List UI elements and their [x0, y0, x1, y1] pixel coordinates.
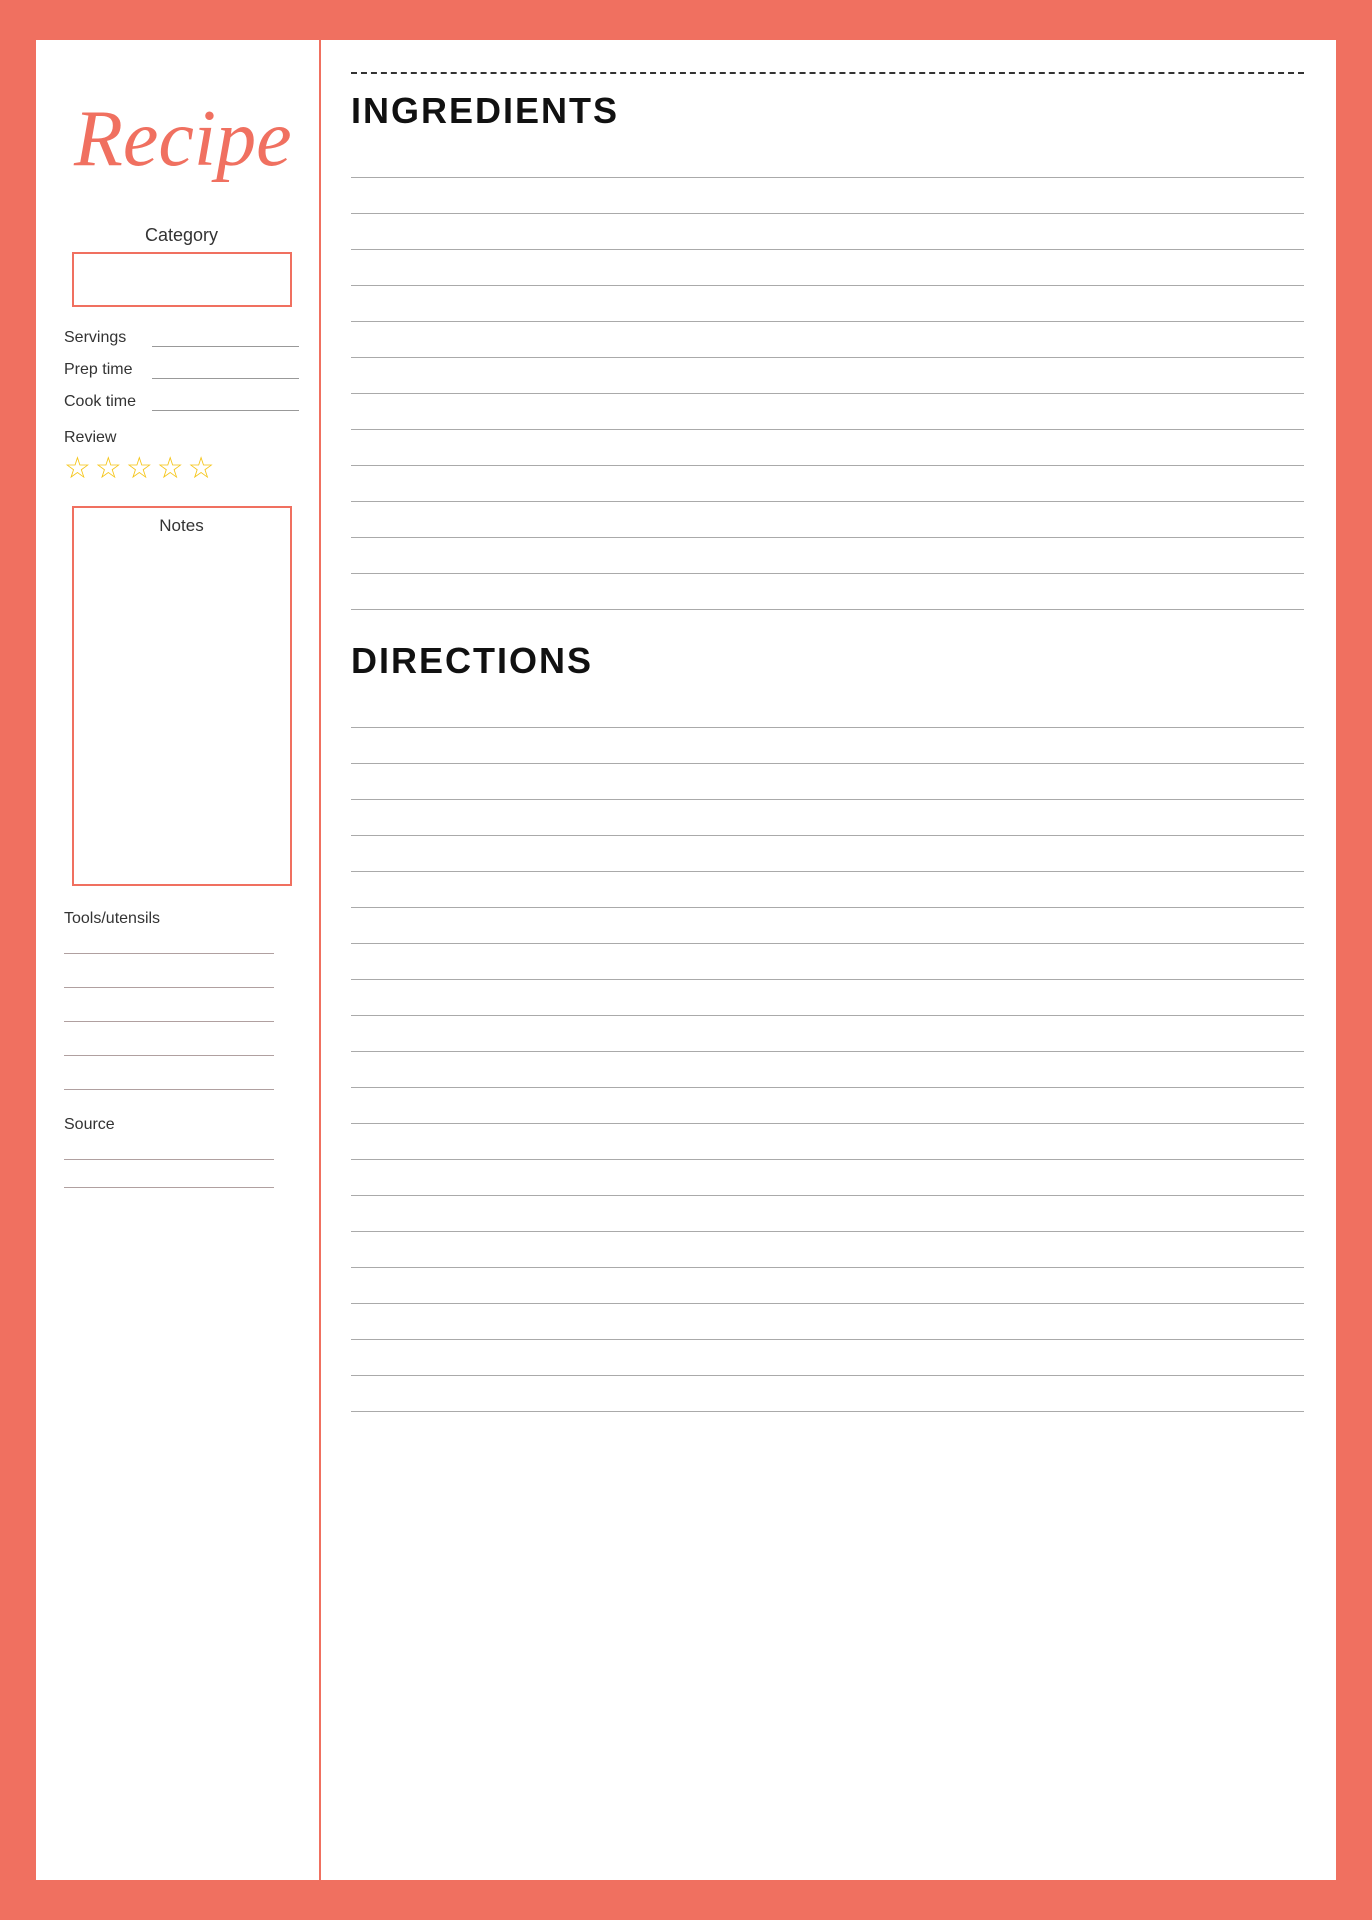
servings-label: Servings — [64, 329, 144, 347]
svg-text:Recipe: Recipe — [73, 95, 292, 183]
source-label: Source — [64, 1116, 299, 1134]
tools-line-1[interactable] — [64, 936, 274, 954]
source-line-1[interactable] — [64, 1142, 274, 1160]
notes-box[interactable]: Notes — [72, 506, 292, 886]
ingredient-line-7[interactable] — [351, 358, 1304, 394]
servings-row: Servings — [64, 329, 299, 347]
direction-line-19[interactable] — [351, 1340, 1304, 1376]
direction-line-8[interactable] — [351, 944, 1304, 980]
right-column: INGREDIENTS DIRECTIONS — [321, 40, 1336, 1880]
direction-line-3[interactable] — [351, 764, 1304, 800]
recipe-page: Recipe Category Servings Prep time Cook … — [36, 40, 1336, 1880]
dashed-divider — [351, 72, 1304, 74]
direction-line-4[interactable] — [351, 800, 1304, 836]
direction-line-7[interactable] — [351, 908, 1304, 944]
star-4[interactable]: ☆ — [157, 451, 184, 486]
ingredient-line-10[interactable] — [351, 466, 1304, 502]
tools-label: Tools/utensils — [64, 910, 299, 928]
review-section: Review ☆ ☆ ☆ ☆ ☆ — [64, 429, 299, 486]
direction-line-11[interactable] — [351, 1052, 1304, 1088]
cook-time-label: Cook time — [64, 393, 144, 411]
tools-line-3[interactable] — [64, 1004, 274, 1022]
tools-line-4[interactable] — [64, 1038, 274, 1056]
recipe-title: Recipe — [64, 70, 299, 205]
category-label: Category — [64, 225, 299, 246]
ingredient-line-2[interactable] — [351, 178, 1304, 214]
ingredient-line-5[interactable] — [351, 286, 1304, 322]
direction-line-17[interactable] — [351, 1268, 1304, 1304]
direction-line-15[interactable] — [351, 1196, 1304, 1232]
tools-line-2[interactable] — [64, 970, 274, 988]
ingredient-line-11[interactable] — [351, 502, 1304, 538]
prep-time-input[interactable] — [152, 361, 299, 379]
ingredients-lines — [351, 142, 1304, 610]
ingredient-line-12[interactable] — [351, 538, 1304, 574]
ingredient-line-8[interactable] — [351, 394, 1304, 430]
review-label: Review — [64, 429, 299, 447]
notes-label: Notes — [74, 508, 290, 536]
star-3[interactable]: ☆ — [126, 451, 153, 486]
ingredient-line-1[interactable] — [351, 142, 1304, 178]
left-column: Recipe Category Servings Prep time Cook … — [36, 40, 321, 1880]
ingredient-line-13[interactable] — [351, 574, 1304, 610]
star-5[interactable]: ☆ — [188, 451, 215, 486]
star-1[interactable]: ☆ — [64, 451, 91, 486]
direction-line-18[interactable] — [351, 1304, 1304, 1340]
cook-time-row: Cook time — [64, 393, 299, 411]
star-rating[interactable]: ☆ ☆ ☆ ☆ ☆ — [64, 451, 299, 486]
direction-line-5[interactable] — [351, 836, 1304, 872]
source-line-2[interactable] — [64, 1170, 274, 1188]
direction-line-13[interactable] — [351, 1124, 1304, 1160]
ingredient-line-9[interactable] — [351, 430, 1304, 466]
tools-lines — [64, 936, 299, 1090]
direction-line-1[interactable] — [351, 692, 1304, 728]
tools-line-5[interactable] — [64, 1072, 274, 1090]
category-box[interactable] — [72, 252, 292, 307]
direction-line-2[interactable] — [351, 728, 1304, 764]
directions-lines — [351, 692, 1304, 1412]
prep-time-label: Prep time — [64, 361, 144, 379]
star-2[interactable]: ☆ — [95, 451, 122, 486]
direction-line-6[interactable] — [351, 872, 1304, 908]
direction-line-10[interactable] — [351, 1016, 1304, 1052]
ingredient-line-4[interactable] — [351, 250, 1304, 286]
servings-input[interactable] — [152, 329, 299, 347]
directions-title: DIRECTIONS — [351, 640, 1304, 682]
direction-line-16[interactable] — [351, 1232, 1304, 1268]
directions-section: DIRECTIONS — [351, 640, 1304, 1412]
prep-time-row: Prep time — [64, 361, 299, 379]
direction-line-12[interactable] — [351, 1088, 1304, 1124]
ingredients-title: INGREDIENTS — [351, 90, 1304, 132]
ingredient-line-3[interactable] — [351, 214, 1304, 250]
direction-line-14[interactable] — [351, 1160, 1304, 1196]
direction-line-20[interactable] — [351, 1376, 1304, 1412]
direction-line-9[interactable] — [351, 980, 1304, 1016]
ingredient-line-6[interactable] — [351, 322, 1304, 358]
cook-time-input[interactable] — [152, 393, 299, 411]
